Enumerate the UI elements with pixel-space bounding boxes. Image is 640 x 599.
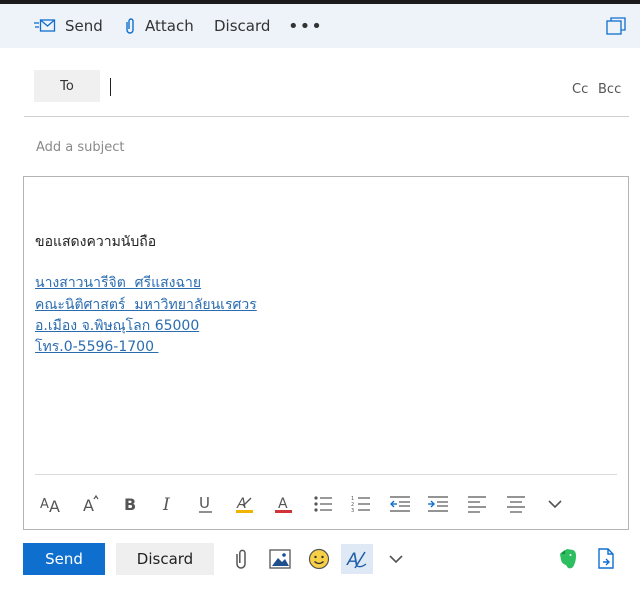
- align-left-icon: [467, 495, 487, 513]
- signature-line-phone[interactable]: โทร.0-5596-1700: [35, 336, 158, 358]
- font-size-icon: AA: [39, 494, 63, 514]
- to-button[interactable]: To: [34, 70, 100, 102]
- bcc-button[interactable]: Bcc: [598, 82, 621, 97]
- chevron-down-icon: [388, 553, 404, 565]
- underline-icon: U: [197, 494, 215, 514]
- subject-input[interactable]: Add a subject: [36, 140, 125, 155]
- svg-text:I: I: [162, 495, 170, 513]
- font-size-button[interactable]: AA: [36, 489, 66, 519]
- italic-icon: I: [160, 495, 176, 513]
- command-attach-label: Attach: [145, 17, 194, 35]
- chevron-down-icon: [547, 498, 563, 510]
- svg-text:U: U: [199, 494, 210, 512]
- paperclip-icon: [234, 548, 248, 570]
- more-formatting-button[interactable]: [540, 489, 570, 519]
- decrease-indent-button[interactable]: [385, 489, 415, 519]
- more-options-button[interactable]: •••: [288, 4, 323, 48]
- picture-icon: [269, 549, 291, 569]
- format-text-icon: A: [345, 548, 369, 570]
- paperclip-icon: [124, 17, 136, 35]
- attach-file-button[interactable]: [225, 544, 257, 574]
- bold-button[interactable]: B: [115, 489, 145, 519]
- command-send-label: Send: [65, 17, 103, 35]
- insert-picture-button[interactable]: [264, 544, 296, 574]
- popout-button[interactable]: [606, 4, 626, 48]
- cc-button[interactable]: Cc: [572, 82, 588, 97]
- svg-text:A: A: [83, 496, 94, 514]
- greeting-text: ขอแสดงความนับถือ: [35, 234, 157, 250]
- highlight-button[interactable]: A: [230, 489, 260, 519]
- align-center-button[interactable]: [501, 489, 531, 519]
- numbered-list-icon: 123: [351, 495, 371, 513]
- signature-line-name[interactable]: นางสาวนารีจิต ศรีแสงฉาย: [35, 272, 201, 294]
- emoji-button[interactable]: [303, 544, 335, 574]
- command-bar: Send Attach Discard •••: [0, 4, 640, 48]
- send-mail-icon: [34, 18, 56, 34]
- signature-line-address[interactable]: อ.เมือง จ.พิษณุโลก 65000: [35, 315, 199, 337]
- grow-font-button[interactable]: A: [76, 489, 106, 519]
- align-left-button[interactable]: [462, 489, 492, 519]
- svg-text:A: A: [40, 497, 49, 512]
- command-discard-label: Discard: [214, 17, 271, 35]
- formatting-options-button[interactable]: A: [341, 544, 373, 574]
- bold-icon: B: [122, 495, 138, 513]
- font-color-icon: A: [274, 494, 294, 514]
- emoji-icon: [308, 548, 330, 570]
- numbering-button[interactable]: 123: [346, 489, 376, 519]
- to-divider: [24, 116, 629, 117]
- svg-text:A: A: [49, 497, 60, 514]
- to-label: To: [60, 78, 74, 94]
- svg-text:A: A: [346, 550, 359, 570]
- bullet-list-icon: [313, 495, 333, 513]
- font-color-button[interactable]: A: [269, 489, 299, 519]
- svg-text:B: B: [124, 495, 136, 513]
- command-discard-button[interactable]: Discard: [214, 4, 270, 48]
- to-input-caret[interactable]: [110, 78, 111, 96]
- discard-button[interactable]: Discard: [116, 543, 214, 575]
- addin-document-button[interactable]: [590, 544, 622, 574]
- document-share-icon: [596, 548, 616, 570]
- evernote-elephant-icon: [558, 548, 578, 570]
- increase-indent-button[interactable]: [423, 489, 453, 519]
- command-attach-button[interactable]: Attach: [124, 4, 194, 48]
- grow-font-icon: A: [81, 494, 101, 514]
- more-actions-button[interactable]: [380, 544, 412, 574]
- svg-text:A: A: [278, 496, 288, 512]
- send-button[interactable]: Send: [23, 543, 105, 575]
- signature-line-faculty[interactable]: คณะนิติศาสตร์ มหาวิทยาลัยนเรศวร: [35, 294, 257, 316]
- format-toolbar-divider: [35, 474, 617, 475]
- italic-button[interactable]: I: [153, 489, 183, 519]
- evernote-addin-button[interactable]: [552, 544, 584, 574]
- popout-window-icon: [606, 17, 626, 35]
- more-dots-icon: •••: [288, 15, 323, 37]
- svg-text:3: 3: [351, 508, 354, 513]
- underline-button[interactable]: U: [191, 489, 221, 519]
- highlighter-icon: A: [235, 494, 255, 514]
- bullets-button[interactable]: [308, 489, 338, 519]
- align-center-icon: [506, 495, 526, 513]
- command-send-button[interactable]: Send: [34, 4, 103, 48]
- increase-indent-icon: [427, 495, 449, 513]
- message-editor[interactable]: ขอแสดงความนับถือ นางสาวนารีจิต ศรีแสงฉาย…: [23, 176, 629, 530]
- decrease-indent-icon: [389, 495, 411, 513]
